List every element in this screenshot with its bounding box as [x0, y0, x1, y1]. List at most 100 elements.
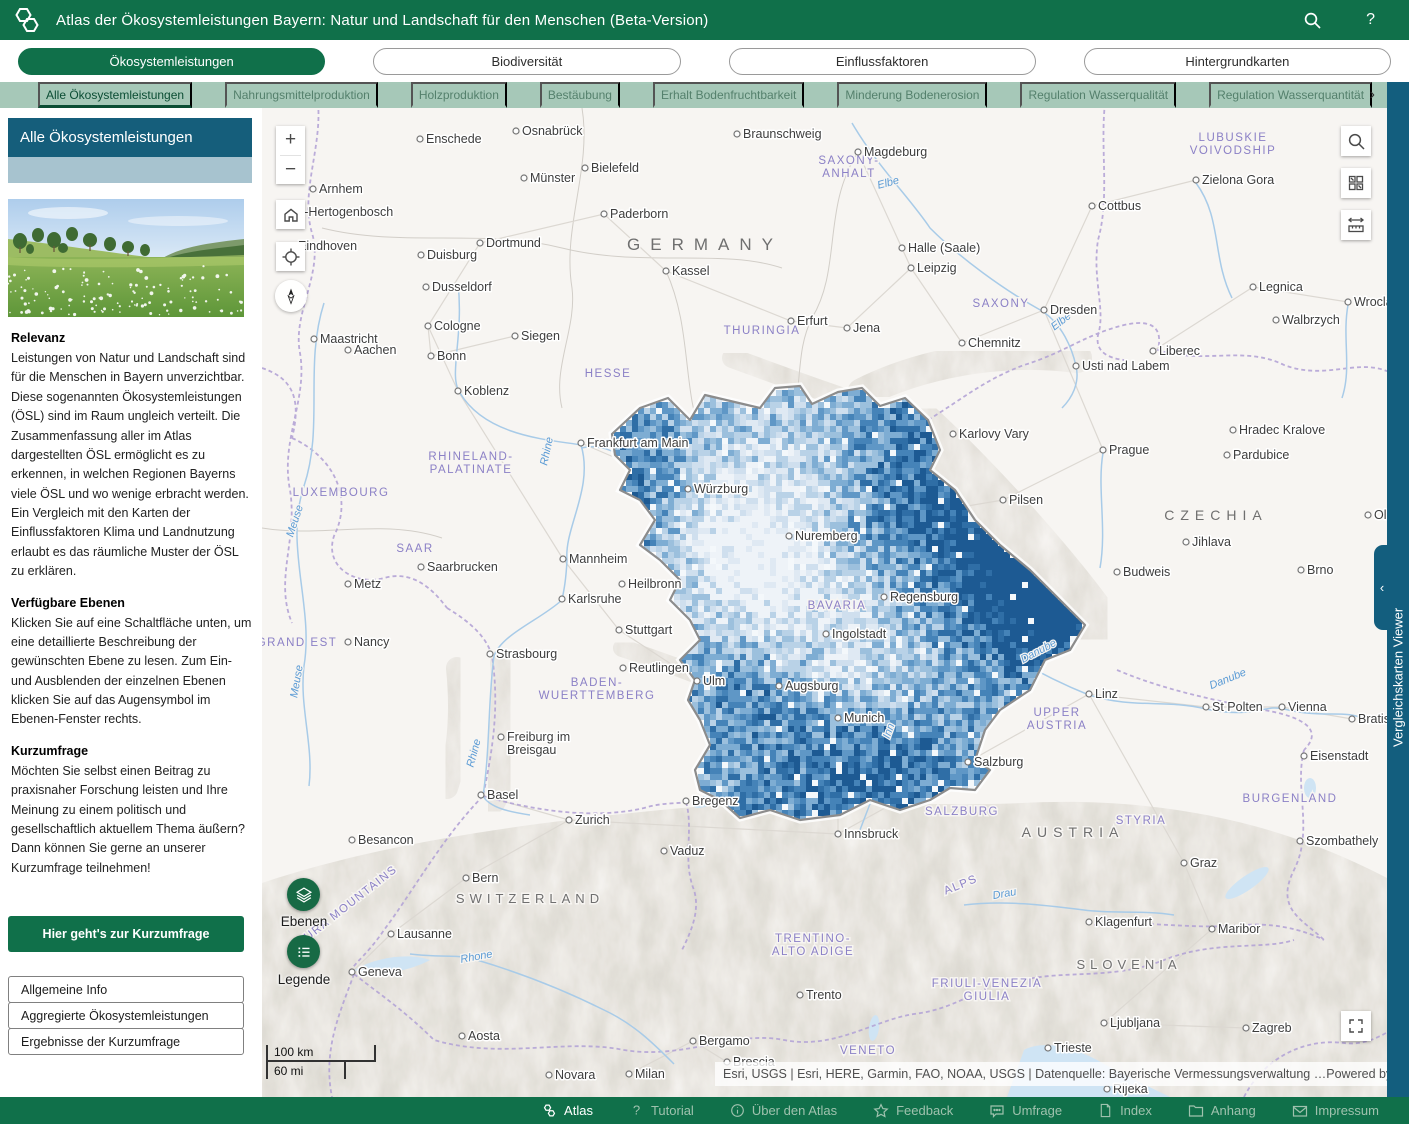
- city-dot: [512, 333, 518, 339]
- compare-viewer-toggle[interactable]: ‹: [1374, 545, 1390, 630]
- search-button[interactable]: [1303, 11, 1322, 30]
- subtab-6[interactable]: Minderung Bodenerosion: [837, 82, 987, 108]
- city-dot: [463, 875, 469, 881]
- tab-biodiversitaet[interactable]: Biodiversität: [373, 48, 680, 75]
- city-dot: [683, 798, 689, 804]
- footer-item-umfrage[interactable]: Umfrage: [989, 1103, 1062, 1119]
- subtab-8[interactable]: Regulation Wasserquantität: [1209, 82, 1372, 108]
- city-label: Graz: [1190, 856, 1217, 870]
- city-label: Usti nad Labem: [1082, 359, 1170, 373]
- basemap[interactable]: GERMANYCZECHIAAUSTRIASWITZERLANDSLOVENIA…: [262, 108, 1387, 1097]
- city-label: Ljubljana: [1110, 1016, 1160, 1030]
- city-label: Würzburg: [694, 482, 748, 496]
- city-dot: [345, 581, 351, 587]
- city-label: Bregenz: [692, 794, 739, 808]
- subtab-5[interactable]: Erhalt Bodenfruchtbarkeit: [653, 82, 804, 108]
- subtab-2[interactable]: Nahrungsmittelproduktion: [225, 82, 378, 108]
- city-label: Halle (Saale): [908, 241, 980, 255]
- city-dot: [965, 759, 971, 765]
- tab-hintergrundkarten[interactable]: Hintergrundkarten: [1084, 48, 1391, 75]
- city-label: Augsburg: [785, 679, 839, 693]
- footer-item-anhang[interactable]: Anhang: [1188, 1103, 1256, 1119]
- section-heading: Relevanz: [11, 331, 252, 345]
- region-label: UPPERAUSTRIA: [1027, 707, 1087, 732]
- city-dot: [428, 353, 434, 359]
- measure-button[interactable]: [1341, 210, 1371, 240]
- compare-grid-button[interactable]: [1341, 168, 1371, 198]
- city-dot: [1273, 317, 1279, 323]
- footer-item--ber-den-atlas[interactable]: Über den Atlas: [730, 1103, 837, 1118]
- city-label: Jihlava: [1192, 535, 1231, 549]
- sidebar-link-1[interactable]: Allgemeine Info: [8, 976, 244, 1003]
- home-button[interactable]: [276, 200, 305, 229]
- legend-button[interactable]: [287, 935, 320, 968]
- city-dot: [855, 149, 861, 155]
- locate-button[interactable]: [276, 242, 305, 271]
- river-label: Meuse: [284, 504, 306, 539]
- compass-needle-icon: [280, 285, 302, 307]
- search-icon: [1303, 11, 1322, 30]
- subtab-1[interactable]: Alle Ökosystemleistungen: [38, 82, 192, 108]
- city-label: Saarbrucken: [427, 560, 498, 574]
- city-label: Legnica: [1259, 280, 1303, 294]
- tab-oekosystemleistungen[interactable]: Ökosystemleistungen: [18, 48, 325, 75]
- city-dot: [1279, 704, 1285, 710]
- city-dot: [626, 1071, 632, 1077]
- subtabs-overflow-chevron-icon[interactable]: ›: [1364, 82, 1381, 108]
- city-dot: [1349, 716, 1355, 722]
- footer-item-label: Impressum: [1315, 1103, 1379, 1118]
- survey-button[interactable]: Hier geht's zur Kurzumfrage: [8, 916, 244, 952]
- compass-button[interactable]: [275, 280, 307, 312]
- fullscreen-button[interactable]: [1341, 1011, 1371, 1041]
- region-label: BADEN-WUERTTEMBERG: [539, 677, 656, 702]
- city-dot: [661, 848, 667, 854]
- footer-item-index[interactable]: Index: [1098, 1103, 1152, 1118]
- footer-item-label: Atlas: [564, 1103, 593, 1118]
- app-header: Atlas der Ökosystemleistungen Bayern: Na…: [0, 0, 1409, 40]
- footer-item-impressum[interactable]: Impressum: [1292, 1103, 1379, 1119]
- region-label: THURINGIA: [724, 325, 801, 337]
- city-label: Munich: [844, 711, 884, 725]
- city-dot: [734, 131, 740, 137]
- city-dot: [1224, 452, 1230, 458]
- city-dot: [1089, 203, 1095, 209]
- layers-label: Ebenen: [278, 914, 330, 929]
- footer-bar: Atlas ?Tutorial Über den Atlas Feedback Umfr…: [0, 1097, 1409, 1124]
- city-label: Ulm: [703, 674, 725, 688]
- compare-grid-icon: [1347, 174, 1365, 192]
- zoom-out-button[interactable]: −: [276, 156, 305, 185]
- region-label: HESSE: [585, 368, 632, 380]
- city-label: Ingolstadt: [832, 627, 887, 641]
- city-label: s-Hertogenbosch: [298, 205, 393, 219]
- city-label: Erfurt: [797, 314, 828, 328]
- city-dot: [835, 715, 841, 721]
- footer-item-atlas[interactable]: Atlas: [542, 1103, 593, 1118]
- subtab-4[interactable]: Bestäubung: [540, 82, 620, 108]
- help-button[interactable]: ?: [1366, 11, 1375, 29]
- atlas-logo-icon[interactable]: [12, 5, 42, 35]
- sidebar-link-2[interactable]: Aggregierte Ökosystemleistungen: [8, 1002, 244, 1029]
- map-search-button[interactable]: [1341, 126, 1371, 156]
- subtab-7[interactable]: Regulation Wasserqualität: [1020, 82, 1176, 108]
- city-dot: [786, 533, 792, 539]
- tab-einflussfaktoren[interactable]: Einflussfaktoren: [729, 48, 1036, 75]
- star-icon: [873, 1103, 889, 1119]
- subtab-3[interactable]: Holzproduktion: [411, 82, 507, 108]
- footer-item-tutorial[interactable]: ?Tutorial: [629, 1103, 694, 1118]
- city-label: Magdeburg: [864, 145, 927, 159]
- scalebar-mi: 60 mi: [268, 1062, 346, 1079]
- footer-item-feedback[interactable]: Feedback: [873, 1103, 953, 1119]
- city-label: Maribor: [1218, 922, 1260, 936]
- layers-button[interactable]: [287, 878, 320, 911]
- city-label: Leipzig: [917, 261, 957, 275]
- sidebar-link-3[interactable]: Ergebnisse der Kurzumfrage: [8, 1028, 244, 1055]
- city-label: Szombathely: [1306, 834, 1379, 848]
- footer-item-label: Umfrage: [1012, 1103, 1062, 1118]
- folder-icon: [1188, 1103, 1204, 1119]
- region-label: RHINELAND-PALATINATE: [428, 451, 513, 476]
- zoom-in-button[interactable]: +: [276, 126, 305, 155]
- document-icon: [1098, 1103, 1113, 1118]
- city-label: Nuremberg: [795, 529, 858, 543]
- region-label: VENETO: [840, 1045, 896, 1057]
- region-label: STYRIA: [1116, 815, 1167, 827]
